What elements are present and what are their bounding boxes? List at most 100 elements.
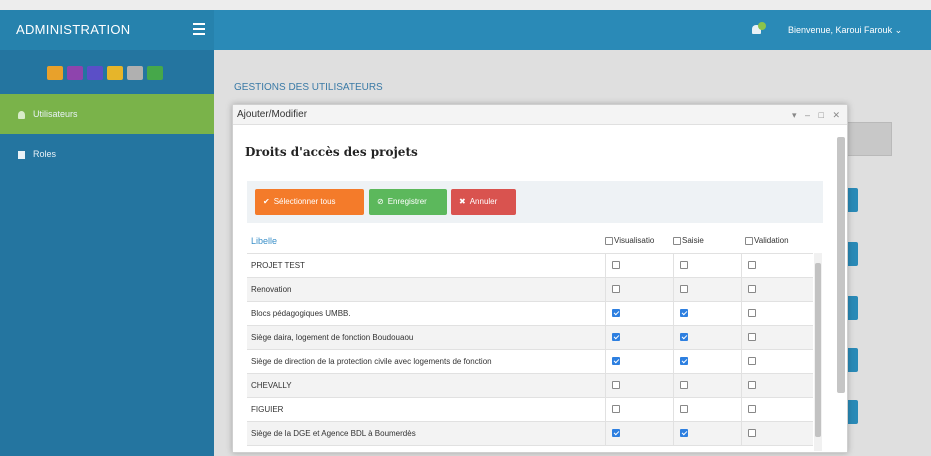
notification-badge <box>758 22 766 30</box>
column-header-saisie[interactable]: Saisie <box>673 229 741 254</box>
cell-saisie <box>672 325 741 350</box>
sidebar-item-label: Utilisateurs <box>33 109 78 119</box>
chevron-down-icon: ⌄ <box>894 25 903 35</box>
section-title: Droits d'accès des projets <box>245 145 418 159</box>
permissions-panel: ✔ Sélectionner tous ⊘ Enregistrer ✖ Annuler… <box>247 181 823 451</box>
permissions-table: Libelle Visualisatio Saisie Validation P… <box>247 229 813 446</box>
select-all-visualisation-checkbox[interactable] <box>605 237 613 246</box>
validation-checkbox[interactable] <box>747 309 756 318</box>
table-row: Siège de direction de la protection civi… <box>247 349 813 374</box>
row-label: CHEVALLY <box>247 373 605 398</box>
column-header-libelle[interactable]: Libelle <box>247 229 605 254</box>
close-icon: ✖ <box>459 197 466 206</box>
column-header-validation[interactable]: Validation <box>741 229 813 254</box>
cancel-label: Annuler <box>469 197 498 206</box>
table-scrollbar[interactable] <box>814 253 822 451</box>
saisie-checkbox[interactable] <box>679 333 688 342</box>
cancel-button[interactable]: ✖ Annuler <box>451 189 516 215</box>
cell-visualisation <box>604 301 673 326</box>
select-all-validation-checkbox[interactable] <box>745 237 753 246</box>
row-label: FIGUIER <box>247 397 605 422</box>
visualisation-checkbox[interactable] <box>611 309 620 318</box>
saisie-checkbox[interactable] <box>679 357 688 366</box>
validation-checkbox[interactable] <box>747 333 756 342</box>
table-row: Blocs pédagogiques UMBB. <box>247 301 813 326</box>
validation-checkbox[interactable] <box>747 261 756 270</box>
validation-checkbox[interactable] <box>747 285 756 294</box>
table-row: FIGUIER <box>247 397 813 422</box>
saisie-checkbox[interactable] <box>679 285 688 294</box>
saisie-checkbox[interactable] <box>679 429 688 438</box>
saisie-checkbox[interactable] <box>679 405 688 414</box>
user-menu[interactable]: Bienvenue, Karoui Farouk ⌄ <box>788 10 902 50</box>
saisie-checkbox[interactable] <box>679 309 688 318</box>
visualisation-checkbox[interactable] <box>611 285 620 294</box>
visualisation-checkbox[interactable] <box>611 429 620 438</box>
visualisation-checkbox[interactable] <box>611 405 620 414</box>
saisie-checkbox[interactable] <box>679 381 688 390</box>
modal-title: Ajouter/Modifier <box>237 109 308 120</box>
row-label: Siège daira, logement de fonction Boudou… <box>247 325 605 350</box>
check-icon: ✔ <box>263 197 270 206</box>
select-all-label: Sélectionner tous <box>273 197 336 206</box>
cell-visualisation <box>604 421 673 446</box>
cell-saisie <box>672 277 741 302</box>
modal-titlebar[interactable]: Ajouter/Modifier ▾ – □ ✕ <box>233 105 847 125</box>
sidebar-item-roles[interactable]: Roles <box>0 134 214 174</box>
logo-block <box>127 66 143 80</box>
sidebar-item-utilisateurs[interactable]: Utilisateurs <box>0 94 214 134</box>
validation-checkbox[interactable] <box>747 357 756 366</box>
table-row: PROJET TEST <box>247 253 813 278</box>
cell-saisie <box>672 253 741 278</box>
column-header-visualisation[interactable]: Visualisatio <box>605 229 673 254</box>
save-label: Enregistrer <box>387 197 427 206</box>
user-greeting: Bienvenue, Karoui Farouk <box>788 25 893 35</box>
cell-saisie <box>672 397 741 422</box>
cell-saisie <box>672 373 741 398</box>
table-row: Renovation <box>247 277 813 302</box>
modal-scrollbar[interactable] <box>836 127 846 451</box>
window-controls[interactable]: ▾ – □ ✕ <box>792 105 843 125</box>
sidebar: Utilisateurs Roles <box>0 50 214 456</box>
cell-validation <box>740 349 813 374</box>
cell-validation <box>740 373 813 398</box>
list-icon <box>18 150 25 159</box>
logo-block <box>147 66 163 80</box>
table-row: CHEVALLY <box>247 373 813 398</box>
visualisation-checkbox[interactable] <box>611 333 620 342</box>
visualisation-checkbox[interactable] <box>611 357 620 366</box>
toolbar: ✔ Sélectionner tous ⊘ Enregistrer ✖ Annuler <box>247 181 823 223</box>
app-brand[interactable]: ADMINISTRATION <box>0 10 214 50</box>
top-navbar: ADMINISTRATION Bienvenue, Karoui Farouk … <box>0 10 931 50</box>
validation-checkbox[interactable] <box>747 381 756 390</box>
cell-validation <box>740 421 813 446</box>
cell-saisie <box>672 349 741 374</box>
logo-block <box>47 66 63 80</box>
cell-validation <box>740 397 813 422</box>
logo-block <box>67 66 83 80</box>
user-icon <box>18 110 25 119</box>
row-label: Blocs pédagogiques UMBB. <box>247 301 605 326</box>
select-all-button[interactable]: ✔ Sélectionner tous <box>255 189 364 215</box>
cell-saisie <box>672 421 741 446</box>
select-all-saisie-checkbox[interactable] <box>673 237 681 246</box>
cell-validation <box>740 277 813 302</box>
validation-checkbox[interactable] <box>747 429 756 438</box>
visualisation-checkbox[interactable] <box>611 381 620 390</box>
table-row: Siège de la DGE et Agence BDL à Boumerdè… <box>247 421 813 446</box>
cell-visualisation <box>604 373 673 398</box>
visualisation-checkbox[interactable] <box>611 261 620 270</box>
save-button[interactable]: ⊘ Enregistrer <box>369 189 447 215</box>
table-row: Siège daira, logement de fonction Boudou… <box>247 325 813 350</box>
cell-saisie <box>672 301 741 326</box>
row-label: Renovation <box>247 277 605 302</box>
saisie-checkbox[interactable] <box>679 261 688 270</box>
menu-toggle-icon[interactable] <box>193 23 205 35</box>
validation-checkbox[interactable] <box>747 405 756 414</box>
row-label: Siège de direction de la protection civi… <box>247 349 605 374</box>
logo <box>0 50 214 94</box>
notification-bell-icon[interactable] <box>752 22 766 36</box>
row-label: PROJET TEST <box>247 253 605 278</box>
column-label: Validation <box>754 236 789 246</box>
page-title: GESTIONS DES UTILISATEURS <box>234 82 383 93</box>
